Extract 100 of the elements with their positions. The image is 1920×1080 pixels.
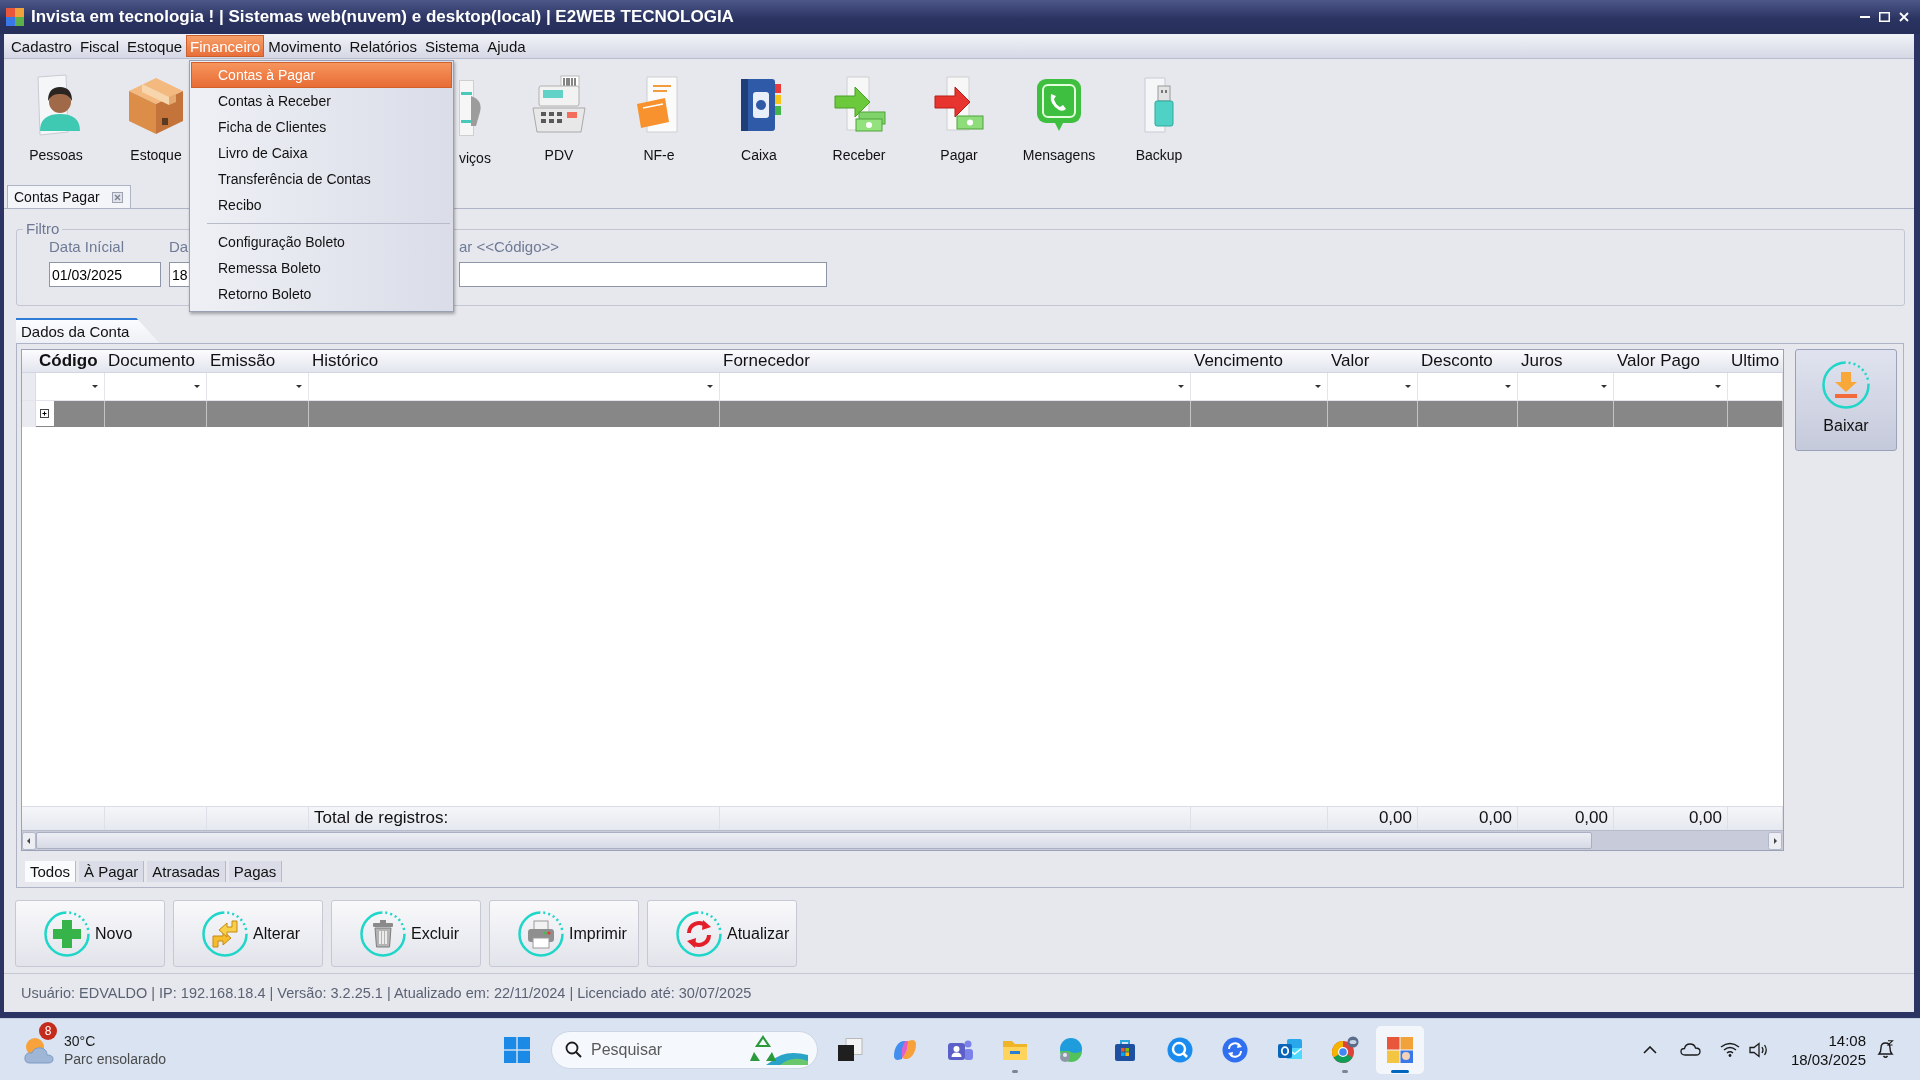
caret-icon[interactable] xyxy=(1715,385,1721,388)
menu-item[interactable]: Ficha de Clientes xyxy=(191,114,452,140)
chevron-up-icon[interactable] xyxy=(1642,1045,1657,1054)
menu-item[interactable]: Fiscal xyxy=(75,35,124,57)
document-tab[interactable]: Contas Pagar xyxy=(7,185,131,208)
date-field[interactable]: 18 xyxy=(169,262,189,287)
column-header[interactable]: Histórico xyxy=(309,350,720,372)
caret-icon[interactable] xyxy=(1405,385,1411,388)
caret-icon[interactable] xyxy=(1315,385,1321,388)
column-header[interactable]: Documento xyxy=(105,350,207,372)
caret-icon[interactable] xyxy=(1601,385,1607,388)
clock-date[interactable]: 18/03/2025 xyxy=(1790,1049,1866,1069)
tiles-icon xyxy=(504,1036,530,1063)
text-field[interactable] xyxy=(459,262,827,287)
clock-time[interactable]: 14:08 xyxy=(1828,1030,1866,1050)
magnifier-icon xyxy=(1167,1036,1193,1063)
refresh-button[interactable]: Atualizar xyxy=(647,900,797,967)
menu-item[interactable]: Sistema xyxy=(421,35,484,57)
menu-item[interactable]: Contas à Receber xyxy=(191,88,452,114)
field-label: Data Inícial xyxy=(49,238,126,256)
color-wheel-icon xyxy=(1331,1035,1359,1064)
search-bar[interactable]: Pesquisar xyxy=(551,1030,818,1069)
field-label: ar <<Código>> xyxy=(459,238,561,256)
filter-tab[interactable]: Todos xyxy=(25,861,77,882)
print-button[interactable]: Imprimir xyxy=(489,900,639,967)
refresh-icon xyxy=(676,910,722,957)
caret-icon[interactable] xyxy=(194,385,200,388)
wifi-icon[interactable] xyxy=(1719,1042,1740,1057)
toolbar-button[interactable]: Pessoas xyxy=(24,59,88,180)
notification-count: 8 xyxy=(39,1021,57,1040)
envelope-icon xyxy=(1277,1037,1303,1062)
caret-icon[interactable] xyxy=(1505,385,1511,388)
column-header[interactable]: Valor Pago xyxy=(1614,350,1728,372)
caret-icon[interactable] xyxy=(296,385,302,388)
printer-icon xyxy=(518,910,564,957)
menu-item[interactable]: Retorno Boleto xyxy=(191,281,452,307)
scroll-left-icon[interactable] xyxy=(22,831,36,850)
folder-icon xyxy=(1002,1038,1028,1061)
caret-icon[interactable] xyxy=(707,385,713,388)
trash-icon xyxy=(360,910,406,957)
column-header[interactable]: Ultimo xyxy=(1728,350,1783,372)
toolbar-button[interactable]: Caixa xyxy=(727,59,791,180)
search-icon xyxy=(565,1041,582,1058)
toolbar-button[interactable]: viços xyxy=(459,59,491,180)
menu-item[interactable]: Remessa Boleto xyxy=(191,255,452,281)
column-header[interactable]: Emissão xyxy=(207,350,309,372)
caret-icon[interactable] xyxy=(92,385,98,388)
menu-item[interactable]: Movimento xyxy=(264,35,346,57)
ribbon-icon xyxy=(892,1037,918,1062)
scrollbar-thumb[interactable] xyxy=(36,832,1592,849)
cash-register-icon xyxy=(529,74,589,136)
globe-icon xyxy=(1057,1036,1083,1063)
search-field[interactable]: Pesquisar xyxy=(591,1038,741,1061)
menu-item[interactable]: Ajuda xyxy=(483,35,530,57)
plus-icon xyxy=(44,910,90,957)
temperature: 30°C xyxy=(64,1031,97,1050)
window-title: Invista em tecnologia ! | Sistemas web(nuvem) e desktop(local) | E2WEB TECNOLOGIA xyxy=(31,7,734,27)
squares-grid-icon xyxy=(1387,1036,1413,1063)
column-header[interactable]: Fornecedor xyxy=(720,350,1191,372)
toolbar-button[interactable]: Receber xyxy=(827,59,891,180)
menu-item[interactable]: Recibo xyxy=(191,192,452,218)
squares-grid-icon xyxy=(6,8,24,26)
weather-icon xyxy=(24,1035,54,1064)
expand-icon[interactable] xyxy=(36,401,54,426)
column-header[interactable]: Desconto xyxy=(1418,350,1518,372)
menu-item[interactable]: Estoque xyxy=(123,35,187,57)
circle-arrows-icon xyxy=(1222,1036,1248,1063)
column-header[interactable]: Valor xyxy=(1328,350,1418,372)
menu-item[interactable]: Cadastro xyxy=(7,35,76,57)
toolbar-button[interactable]: Pagar xyxy=(927,59,991,180)
caret-icon[interactable] xyxy=(1178,385,1184,388)
menu-item[interactable]: Relatórios xyxy=(345,35,422,57)
bell-icon[interactable] xyxy=(1877,1040,1894,1059)
delete-button[interactable]: Excluir xyxy=(331,900,481,967)
menu-item[interactable]: Configuração Boleto xyxy=(191,229,452,255)
toolbar-button[interactable]: Estoque xyxy=(124,59,188,180)
menu-item[interactable]: Transferência de Contas xyxy=(191,166,452,192)
cloud-icon[interactable] xyxy=(1679,1043,1701,1056)
filter-tab[interactable]: À Pagar xyxy=(79,861,145,882)
scroll-right-icon[interactable] xyxy=(1768,831,1782,850)
column-header[interactable]: Vencimento xyxy=(1191,350,1328,372)
date-field[interactable]: 01/03/2025 xyxy=(49,262,161,287)
field-label: Da xyxy=(169,238,189,256)
toolbar-button[interactable]: Backup xyxy=(1127,59,1191,180)
toolbar-button[interactable]: PDV xyxy=(527,59,591,180)
add-button[interactable]: Novo xyxy=(15,900,165,967)
settle-button[interactable]: Baixar xyxy=(1795,349,1897,451)
menu-item[interactable]: Livro de Caixa xyxy=(191,140,452,166)
download-icon xyxy=(1822,361,1870,409)
speaker-icon[interactable] xyxy=(1748,1041,1769,1058)
column-header[interactable]: Código xyxy=(36,350,105,372)
shopping-bag-icon xyxy=(1113,1037,1137,1062)
toolbar-button[interactable]: Mensagens xyxy=(1020,59,1098,180)
section-tab[interactable]: Dados da Conta xyxy=(16,318,160,343)
filter-tab[interactable]: Atrasadas xyxy=(147,861,226,882)
filter-tab[interactable]: Pagas xyxy=(228,861,283,882)
toolbar-button[interactable]: NF-e xyxy=(627,59,691,180)
maximize-icon[interactable] xyxy=(1879,12,1890,22)
column-header[interactable]: Juros xyxy=(1518,350,1614,372)
edit-button[interactable]: Alterar xyxy=(173,900,323,967)
